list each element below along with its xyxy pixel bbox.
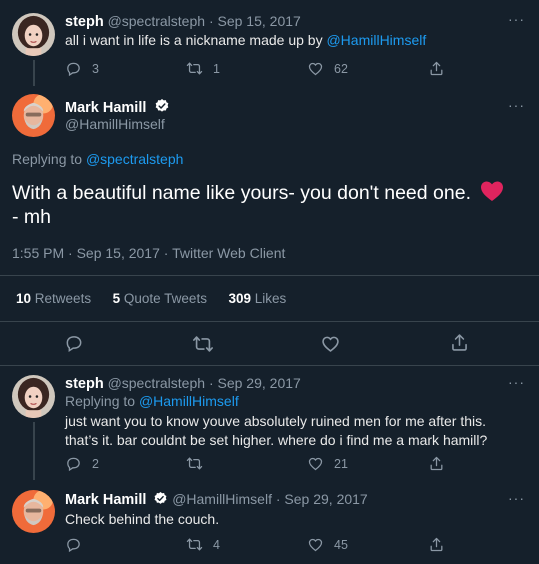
verified-badge-icon: [153, 491, 168, 506]
author-handle[interactable]: @spectralsteph: [108, 375, 205, 391]
author-name[interactable]: Mark Hamill: [65, 492, 146, 508]
main-tweet-text: With a beautiful name like yours- you do…: [12, 180, 504, 206]
mention-link[interactable]: @spectralsteph: [86, 151, 183, 167]
tweet-text-line1: With a beautiful name like yours- you do…: [12, 182, 471, 204]
retweet-button[interactable]: [192, 333, 214, 355]
share-button[interactable]: [428, 536, 445, 553]
thread-line: [33, 422, 35, 480]
reply-button[interactable]: [64, 333, 84, 353]
like-button[interactable]: 62: [307, 60, 348, 77]
tweet-date[interactable]: Sep 15, 2017: [218, 13, 301, 29]
avatar-steph[interactable]: [12, 13, 55, 56]
separator: ·: [208, 375, 214, 391]
more-icon[interactable]: ···: [508, 374, 525, 390]
reply2-header: Mark Hamill @HamillHimself · Sep 29, 201…: [65, 491, 368, 508]
reply-count: 2: [92, 456, 99, 471]
divider: [0, 365, 539, 366]
avatar-mark-hamill[interactable]: [12, 490, 55, 533]
retweet-icon: [186, 60, 203, 77]
tweet-text-line2: - mh: [12, 206, 51, 228]
avatar-mark-hamill[interactable]: [12, 94, 55, 137]
reply-button[interactable]: 3: [65, 60, 99, 77]
mention-link[interactable]: @HamillHimself: [326, 32, 426, 48]
like-count: 45: [334, 537, 348, 552]
author-handle[interactable]: @spectralsteph: [108, 13, 205, 29]
share-button[interactable]: [428, 60, 445, 77]
like-button[interactable]: [320, 333, 341, 354]
tweet-text-line1: just want you to know youve absolutely r…: [65, 413, 486, 429]
reply-icon: [65, 60, 82, 77]
retweet-count: 4: [213, 537, 220, 552]
separator: ·: [275, 491, 281, 507]
author-name[interactable]: steph: [65, 376, 104, 392]
replying-to: Replying to @spectralsteph: [12, 151, 183, 167]
divider: [0, 321, 539, 322]
avatar-steph[interactable]: [12, 375, 55, 418]
reply-button[interactable]: [65, 536, 82, 553]
tweet-timestamp[interactable]: 1:55 PM · Sep 15, 2017 · Twitter Web Cli…: [12, 245, 285, 261]
like-button[interactable]: 45: [307, 536, 348, 553]
retweet-button[interactable]: 1: [186, 60, 220, 77]
engagement-stats: 10 Retweets 5 Quote Tweets 309 Likes: [16, 291, 286, 306]
share-icon: [428, 536, 445, 553]
heart-emoji: [481, 181, 504, 201]
author-name[interactable]: steph: [65, 14, 104, 30]
reply-icon: [65, 536, 82, 553]
tweet-text: all i want in life is a nickname made up…: [65, 32, 327, 48]
like-button[interactable]: 21: [307, 455, 348, 472]
reply-button[interactable]: 2: [65, 455, 99, 472]
retweets-stat[interactable]: 10 Retweets: [16, 291, 91, 306]
main-author: Mark Hamill: [65, 98, 170, 117]
more-icon[interactable]: ···: [508, 490, 525, 506]
reply-icon: [64, 333, 84, 353]
like-count: 62: [334, 61, 348, 76]
divider: [0, 275, 539, 276]
retweet-icon: [186, 455, 203, 472]
author-name[interactable]: Mark Hamill: [65, 100, 146, 116]
retweet-count: 1: [213, 61, 220, 76]
thread-line: [33, 60, 35, 86]
replying-label: Replying to: [65, 393, 139, 409]
reply-icon: [65, 455, 82, 472]
like-icon: [307, 60, 324, 77]
tweet-text: Check behind the couch.: [65, 511, 220, 527]
mention-link[interactable]: @HamillHimself: [139, 393, 239, 409]
retweet-icon: [186, 536, 203, 553]
like-icon: [320, 333, 341, 354]
more-icon[interactable]: ···: [508, 11, 525, 27]
reply1-header: steph @spectralsteph · Sep 29, 2017: [65, 375, 301, 392]
like-icon: [307, 536, 324, 553]
verified-badge-icon: [154, 98, 170, 114]
retweet-icon: [192, 333, 214, 355]
share-icon: [428, 455, 445, 472]
author-handle[interactable]: @HamillHimself: [172, 491, 272, 507]
replying-to: Replying to @HamillHimself: [65, 393, 239, 409]
share-button[interactable]: [449, 332, 470, 353]
tweet1-header: steph @spectralsteph · Sep 15, 2017: [65, 13, 301, 30]
retweet-button[interactable]: 4: [186, 536, 220, 553]
retweet-button[interactable]: [186, 455, 203, 472]
more-icon[interactable]: ···: [508, 97, 525, 113]
like-count: 21: [334, 456, 348, 471]
share-icon: [428, 60, 445, 77]
reply-count: 3: [92, 61, 99, 76]
separator: ·: [208, 13, 214, 29]
replying-label: Replying to: [12, 151, 86, 167]
like-icon: [307, 455, 324, 472]
quote-tweets-stat[interactable]: 5 Quote Tweets: [113, 291, 207, 306]
share-button[interactable]: [428, 455, 445, 472]
tweet-text-line2: that’s it. bar couldnt be set higher. wh…: [65, 432, 488, 448]
tweet-date[interactable]: Sep 29, 2017: [218, 375, 301, 391]
likes-stat[interactable]: 309 Likes: [228, 291, 286, 306]
share-icon: [449, 332, 470, 353]
tweet-date[interactable]: Sep 29, 2017: [284, 491, 367, 507]
tweet1-text: all i want in life is a nickname made up…: [65, 31, 426, 50]
author-handle[interactable]: @HamillHimself: [65, 116, 165, 132]
